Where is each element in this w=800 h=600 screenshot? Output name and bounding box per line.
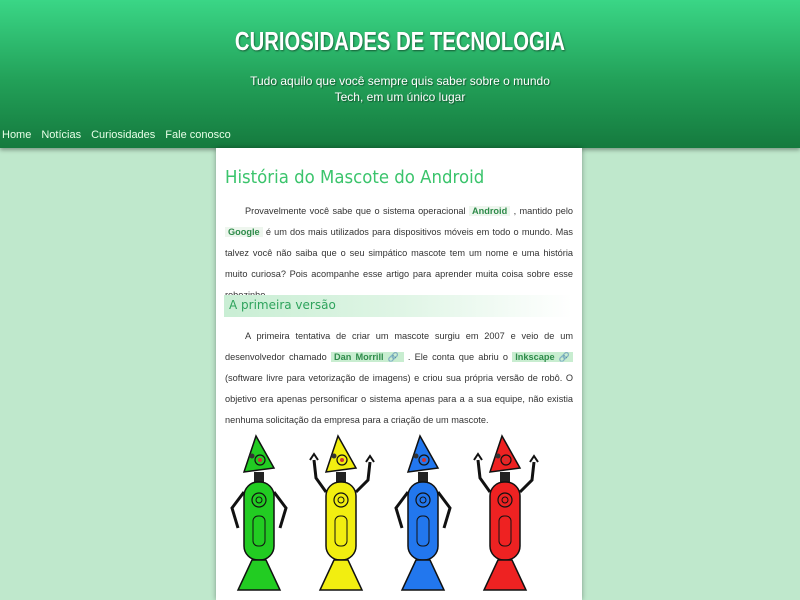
green-robot (230, 434, 288, 591)
link-dan-morrill-label: Dan Morrill (333, 352, 384, 362)
history-text-2: . Ele conta que abriu o (403, 352, 513, 362)
yellow-robot (309, 434, 375, 591)
external-link-icon: 🔗 (558, 352, 570, 362)
link-inkscape[interactable]: Inkscape 🔗 (512, 352, 573, 362)
history-paragraph: A primeira tentativa de criar um mascote… (225, 326, 573, 431)
keyword-google: Google (225, 227, 263, 237)
nav-curiosidades[interactable]: Curiosidades (91, 129, 155, 143)
keyword-android: Android (468, 206, 511, 216)
tagline-line-1: Tudo aquilo que você sempre quis saber s… (250, 74, 550, 88)
intro-text-2: , mantido pelo (510, 206, 573, 216)
section-header: A primeira versão (224, 295, 572, 317)
link-dan-morrill[interactable]: Dan Morrill 🔗 (330, 352, 404, 362)
external-link-icon: 🔗 (387, 352, 401, 362)
site-tagline: Tudo aquilo que você sempre quis saber s… (250, 73, 550, 105)
site-title: CURIOSIDADES DE TECNOLOGIA (234, 26, 566, 56)
nav-home[interactable]: Home (2, 129, 31, 143)
android-mascot-prototypes-image (230, 434, 539, 591)
article-container: História do Mascote do Android Provavelm… (216, 148, 582, 600)
intro-text-3: é um dos mais utilizados para dispositiv… (225, 227, 573, 300)
intro-paragraph: Provavelmente você sabe que o sistema op… (225, 201, 573, 306)
link-inkscape-label: Inkscape (515, 352, 555, 362)
red-robot (473, 434, 539, 591)
section-title: A primeira versão (229, 298, 336, 312)
main-nav: Home Notícias Curiosidades Fale conosco (2, 129, 241, 143)
history-text-3: (software livre para vetorização de imag… (225, 373, 573, 425)
tagline-line-2: Tech, em um único lugar (334, 90, 466, 104)
nav-fale-conosco[interactable]: Fale conosco (165, 129, 230, 143)
intro-text-1: Provavelmente você sabe que o sistema op… (245, 206, 469, 216)
article-title: História do Mascote do Android (225, 167, 485, 188)
blue-robot (394, 434, 452, 591)
site-header: CURIOSIDADES DE TECNOLOGIA Tudo aquilo q… (0, 0, 800, 148)
nav-noticias[interactable]: Notícias (41, 129, 81, 143)
